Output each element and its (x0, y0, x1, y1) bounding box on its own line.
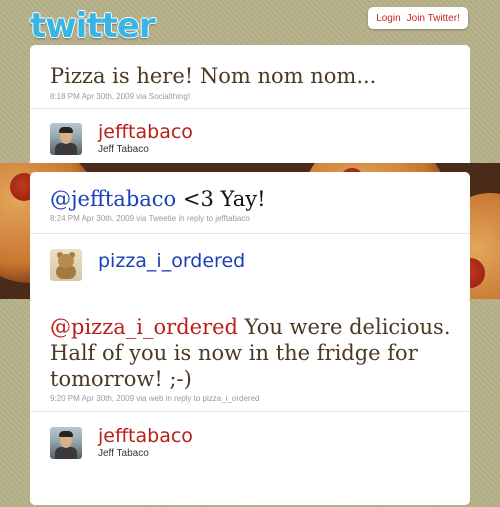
divider (30, 233, 470, 234)
divider (30, 411, 470, 412)
tweet-meta: 9:20 PM Apr 30th, 2009 via web in reply … (50, 394, 260, 403)
tweet-body-line: tomorrow! ;-) (50, 367, 192, 391)
tweet-card: @jefftabaco <3 Yay! 8:24 PM Apr 30th, 20… (30, 172, 470, 299)
user-fullname: Jeff Tabaco (98, 448, 149, 459)
mention-link[interactable]: @jefftabaco (50, 187, 176, 211)
tweet-meta: 8:18 PM Apr 30th, 2009 via Socialthing! (50, 92, 191, 101)
join-twitter-link[interactable]: Join Twitter! (407, 13, 460, 24)
tweet-card: Pizza is here! Nom nom nom... 8:18 PM Ap… (30, 45, 470, 163)
user-avatar[interactable] (50, 123, 82, 155)
tweet-text: Pizza is here! Nom nom nom... (50, 64, 377, 88)
tweet-card: @pizza_i_ordered You were delicious. Hal… (30, 297, 470, 505)
mention-link[interactable]: @pizza_i_ordered (50, 315, 238, 339)
tweet-body-line: You were delicious. (238, 315, 451, 339)
username-link[interactable]: jefftabaco (98, 425, 193, 447)
user-avatar[interactable] (50, 427, 82, 459)
tweet-body-line: Half of you is now in the fridge for (50, 341, 418, 365)
tweet-meta: 8:24 PM Apr 30th, 2009 via Tweetie in re… (50, 214, 250, 223)
user-fullname: Jeff Tabaco (98, 144, 149, 155)
username-link[interactable]: pizza_i_ordered (98, 250, 245, 272)
twitter-logo[interactable]: twitter (30, 6, 156, 46)
tweet-text: @pizza_i_ordered You were delicious. Hal… (50, 314, 451, 392)
user-avatar[interactable] (50, 249, 82, 281)
divider (30, 108, 470, 109)
login-link[interactable]: Login (376, 13, 400, 24)
login-box: Login Join Twitter! (368, 7, 468, 29)
tweet-text: @jefftabaco <3 Yay! (50, 186, 266, 212)
tweet-body: <3 Yay! (176, 187, 266, 211)
username-link[interactable]: jefftabaco (98, 121, 193, 143)
